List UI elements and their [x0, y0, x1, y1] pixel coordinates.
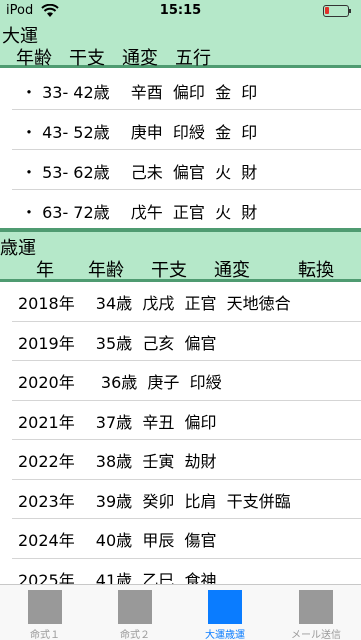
daiun-row[interactable]: ・ 43- 52歳 庚申 印綬 金 印 — [12, 110, 361, 150]
column-age: 年齢 — [88, 260, 124, 281]
clock: 15:15 — [159, 3, 202, 18]
saiun-row[interactable]: 2019年 35歳 己亥 偏官 — [12, 322, 361, 361]
tab-meishiki-2[interactable]: 命式２ — [90, 585, 180, 640]
column-kanshi: 干支 — [69, 48, 105, 69]
saiun-header: 歳運 年 年齢 干支 通変 転換 — [0, 228, 361, 282]
tab-mail-send[interactable]: メール送信 — [271, 585, 361, 640]
column-year: 年 — [36, 260, 54, 281]
tab-placeholder-icon — [208, 590, 242, 624]
tab-label: 命式２ — [120, 630, 150, 640]
status-bar: iPod 15:15 — [0, 0, 361, 22]
tab-label: 命式１ — [30, 630, 60, 640]
column-kanshi: 干支 — [151, 260, 187, 281]
tab-label: 大運歳運 — [205, 630, 245, 640]
saiun-row[interactable]: 2018年 34歳 戊戌 正官 天地徳合 — [12, 282, 361, 322]
daiun-row[interactable]: ・ 63- 72歳 戊午 正官 火 財 — [12, 190, 361, 230]
daiun-column-headers: 年齢 干支 通変 五行 — [16, 44, 228, 70]
saiun-list[interactable]: 2018年 34歳 戊戌 正官 天地徳合 2019年 35歳 己亥 偏官 202… — [0, 282, 361, 584]
tab-label: メール送信 — [291, 630, 341, 640]
tab-meishiki-1[interactable]: 命式１ — [0, 585, 90, 640]
saiun-row[interactable]: 2020年 36歳 庚子 印綬 — [12, 361, 361, 401]
battery-icon — [323, 5, 351, 17]
column-gogyo: 五行 — [175, 48, 211, 69]
column-tenkan: 転換 — [298, 260, 334, 281]
tab-placeholder-icon — [118, 590, 152, 624]
daiun-list[interactable]: ・ 33- 42歳 辛酉 偏印 金 印 ・ 43- 52歳 庚申 印綬 金 印 … — [0, 70, 361, 230]
tab-daiun-saiun[interactable]: 大運歳運 — [180, 585, 270, 640]
tab-placeholder-icon — [299, 590, 333, 624]
saiun-row[interactable]: 2023年 39歳 癸卯 比肩 干支併臨 — [12, 480, 361, 519]
saiun-row[interactable]: 2024年 40歳 甲辰 傷官 — [12, 519, 361, 559]
daiun-row[interactable]: ・ 53- 62歳 己未 偏官 火 財 — [12, 150, 361, 190]
daiun-header: 大運 年齢 干支 通変 五行 — [0, 22, 361, 70]
column-tsuhen: 通変 — [122, 48, 158, 69]
column-age: 年齢 — [16, 48, 52, 69]
saiun-column-headers: 年 年齢 干支 通変 転換 — [0, 256, 361, 281]
tab-bar: 命式１ 命式２ 大運歳運 メール送信 — [0, 584, 361, 640]
tab-placeholder-icon — [28, 590, 62, 624]
saiun-row[interactable]: 2021年 37歳 辛丑 偏印 — [12, 401, 361, 440]
daiun-row[interactable]: ・ 33- 42歳 辛酉 偏印 金 印 — [12, 70, 361, 110]
column-tsuhen: 通変 — [214, 260, 250, 281]
saiun-row[interactable]: 2022年 38歳 壬寅 劫財 — [12, 440, 361, 480]
saiun-row[interactable]: 2025年 41歳 乙巳 食神 — [12, 559, 361, 585]
